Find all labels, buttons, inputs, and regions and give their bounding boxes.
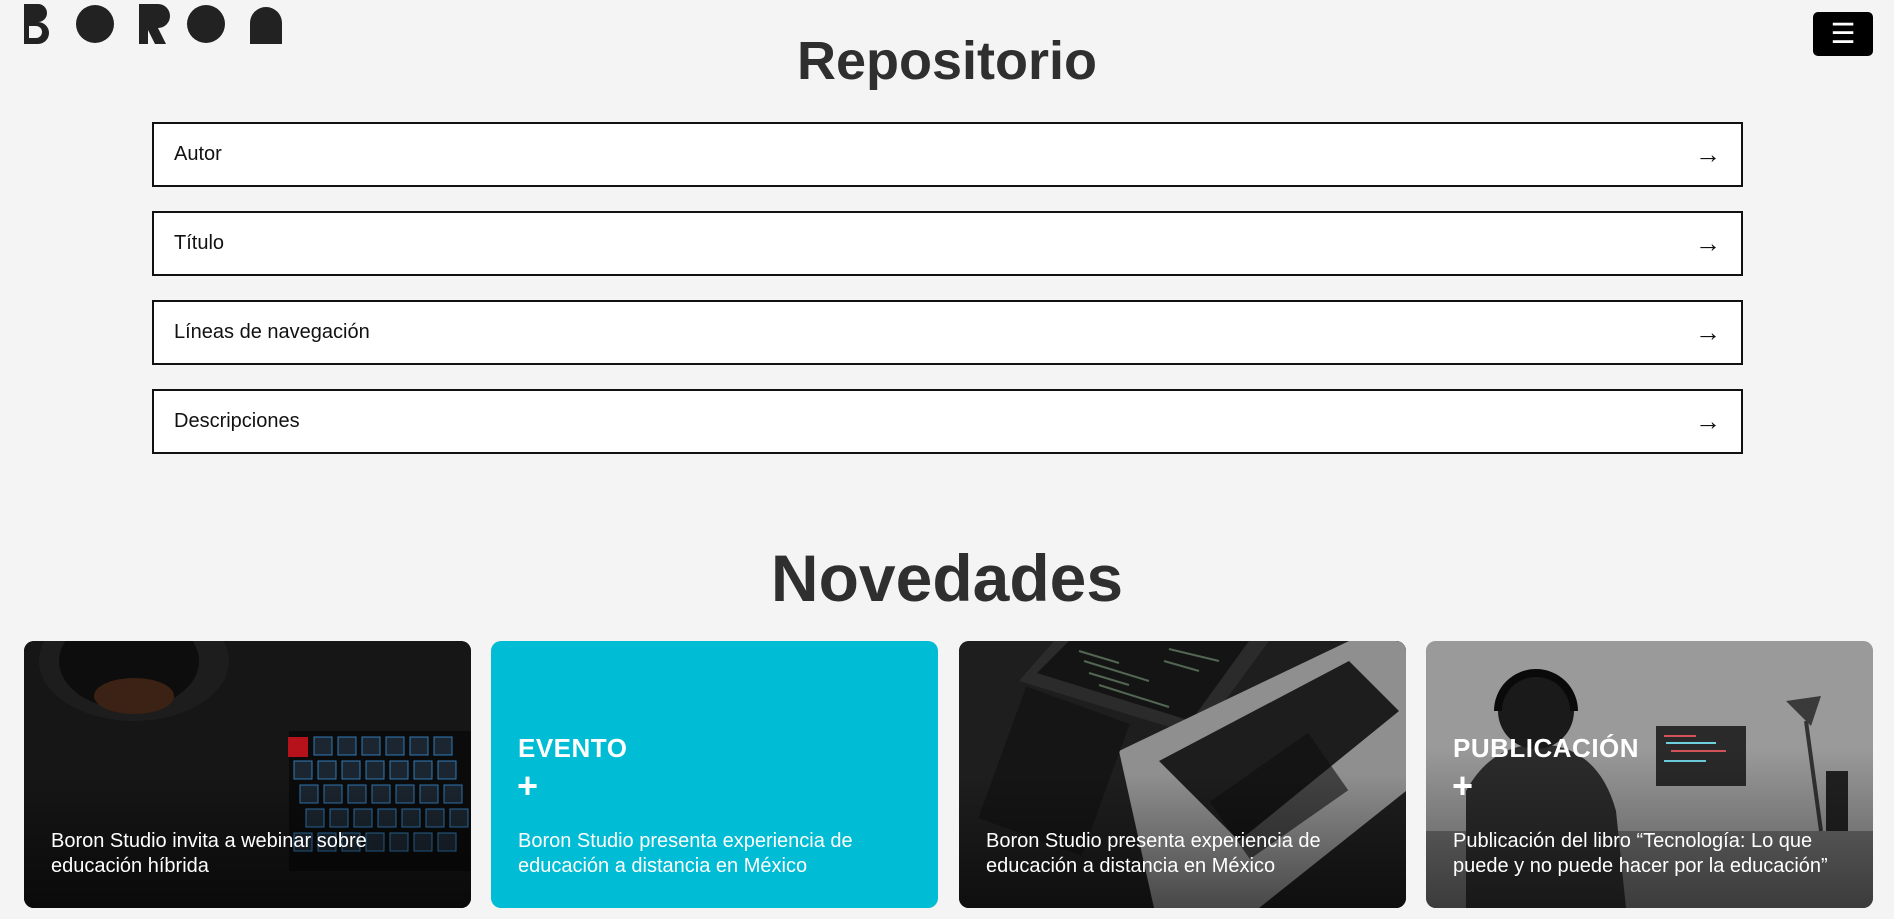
news-card-evento[interactable]: EVENTO + Boron Studio presenta experienc…	[491, 641, 938, 908]
repositorio-title: Repositorio	[796, 31, 1097, 91]
repo-item-lineas[interactable]: Líneas de navegación →	[152, 300, 1743, 365]
arrow-right-icon: →	[1695, 228, 1721, 258]
repo-item-titulo[interactable]: Título →	[152, 211, 1743, 276]
plus-icon: +	[1452, 765, 1474, 806]
repo-item-label: Descripciones	[174, 410, 300, 432]
arrow-right-icon: →	[1695, 406, 1721, 436]
plus-icon: +	[517, 765, 539, 806]
repo-item-label: Autor	[174, 143, 222, 165]
news-card-tag: PUBLICACIÓN	[1453, 733, 1640, 763]
news-card-caption: Boron Studio invita a webinar sobre educ…	[51, 830, 367, 877]
arrow-right-icon: →	[1695, 139, 1721, 169]
news-card-experiencia[interactable]: Boron Studio presenta experiencia de edu…	[959, 641, 1406, 908]
arrow-right-icon: →	[1695, 317, 1721, 347]
news-card-publicacion[interactable]: PUBLICACIÓN + Publicación del libro “Tec…	[1426, 641, 1873, 908]
news-card-tag: EVENTO	[518, 733, 628, 763]
repo-item-label: Título	[174, 232, 225, 254]
news-card-caption: Publicación del libro “Tecnología: Lo qu…	[1453, 830, 1828, 877]
news-card-caption: Boron Studio presenta experiencia de edu…	[518, 830, 853, 877]
repo-item-descripciones[interactable]: Descripciones →	[152, 389, 1743, 454]
repo-item-label: Líneas de navegación	[174, 321, 370, 343]
news-card-caption: Boron Studio presenta experiencia de edu…	[986, 830, 1321, 877]
repo-item-autor[interactable]: Autor →	[152, 122, 1743, 187]
news-card-webinar[interactable]: Boron Studio invita a webinar sobre educ…	[24, 641, 471, 908]
novedades-title: Novedades	[770, 541, 1124, 615]
